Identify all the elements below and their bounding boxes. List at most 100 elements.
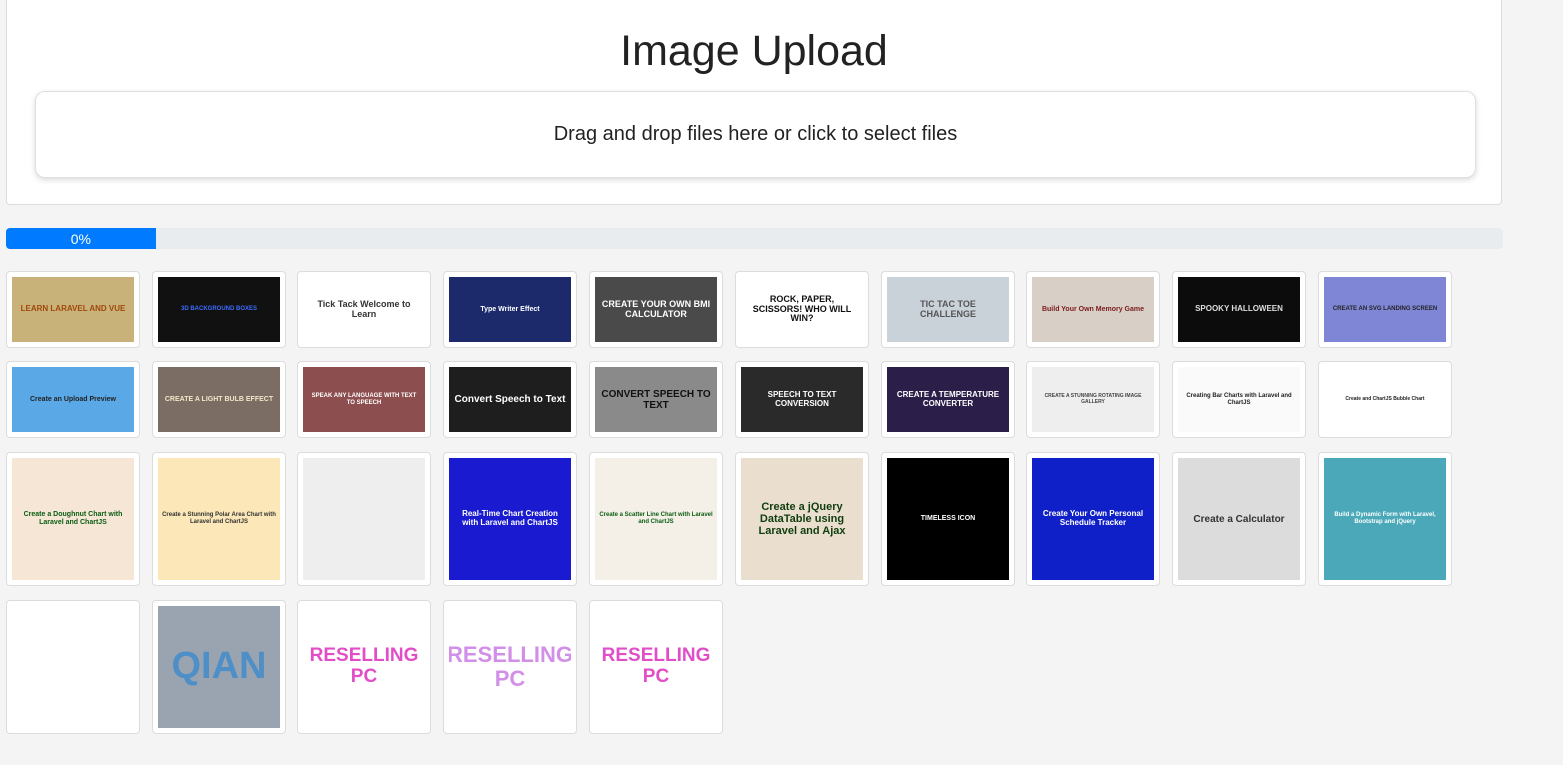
thumbnail[interactable]: TIMELESS ICON [881,452,1015,586]
thumbnail[interactable]: Convert Speech to Text [443,361,577,438]
thumbnail-image [12,606,134,728]
thumbnail[interactable]: CREATE A TEMPERATURE CONVERTER [881,361,1015,438]
thumbnail-image: Tick Tack Welcome to Learn [303,277,425,342]
thumbnail-caption: Create a jQuery DataTable using Laravel … [758,500,846,538]
upload-card: Image Upload Drag and drop files here or… [6,0,1502,205]
thumbnail-image: Create a Stunning Polar Area Chart with … [158,458,280,580]
thumbnail-image: Create a Doughnut Chart with Laravel and… [12,458,134,580]
thumbnail[interactable]: Create Your Own Personal Schedule Tracke… [1026,452,1160,586]
thumbnail-image: Build Your Own Memory Game [1032,277,1154,342]
thumbnail[interactable]: RESELLING PC [443,600,577,734]
thumbnail-caption: CREATE A LIGHT BULB EFFECT [164,395,274,403]
thumbnail-image: LEARN LARAVEL AND VUE [12,277,134,342]
thumbnail-image: CREATE A TEMPERATURE CONVERTER [887,367,1009,432]
thumbnail-caption: CREATE A TEMPERATURE CONVERTER [896,389,1000,408]
thumbnail-caption: CREATE A STUNNING ROTATING IMAGE GALLERY [1044,393,1142,405]
thumbnail-image: Create Your Own Personal Schedule Tracke… [1032,458,1154,580]
thumbnail[interactable]: TIC TAC TOE CHALLENGE [881,271,1015,348]
thumbnail[interactable]: SPOOKY HALLOWEEN [1172,271,1306,348]
thumbnail-image: TIMELESS ICON [887,458,1009,580]
thumbnail[interactable]: Creating Bar Charts with Laravel and Cha… [1172,361,1306,438]
thumbnail-image: RESELLING PC [303,606,425,728]
thumbnail-caption: Create and ChartJS Bubble Chart [1345,395,1425,402]
thumbnail-image: SPEAK ANY LANGUAGE WITH TEXT TO SPEECH [303,367,425,432]
thumbnail-image: SPOOKY HALLOWEEN [1178,277,1300,342]
thumbnail[interactable]: Build a Dynamic Form with Laravel, Boots… [1318,452,1452,586]
thumbnail-image: CREATE AN SVG LANDING SCREEN [1324,277,1446,342]
thumbnail[interactable]: RESELLING PC [589,600,723,734]
thumbnail[interactable]: Type Writer Effect [443,271,577,348]
thumbnail-image: Convert Speech to Text [449,367,571,432]
thumbnail-caption: RESELLING PC [309,645,419,687]
thumbnail[interactable]: CONVERT SPEECH TO TEXT [589,361,723,438]
thumbnail-caption: SPOOKY HALLOWEEN [1195,304,1283,314]
thumbnail-image: SPEECH TO TEXT CONVERSION [741,367,863,432]
thumbnail-caption: TIC TAC TOE CHALLENGE [920,298,976,319]
thumbnail-caption: Real-Time Chart Creation with Laravel an… [462,509,558,527]
thumbnail-image: CREATE A STUNNING ROTATING IMAGE GALLERY [1032,367,1154,432]
thumbnail-image: ROCK, PAPER, SCISSORS! WHO WILL WIN? [741,277,863,342]
thumbnail[interactable]: Create a jQuery DataTable using Laravel … [735,452,869,586]
thumbnail-image: Type Writer Effect [449,277,571,342]
thumbnail[interactable]: CREATE A LIGHT BULB EFFECT [152,361,286,438]
thumbnail-caption: SPEAK ANY LANGUAGE WITH TEXT TO SPEECH [311,392,417,406]
thumbnail[interactable]: Create a Scatter Line Chart with Laravel… [589,452,723,586]
thumbnail[interactable]: ROCK, PAPER, SCISSORS! WHO WILL WIN? [735,271,869,348]
thumbnail-image: QIAN [158,606,280,728]
upload-progress: 0% [6,228,1503,249]
thumbnail[interactable]: Create an Upload Preview [6,361,140,438]
thumbnail[interactable]: Create a Doughnut Chart with Laravel and… [6,452,140,586]
thumbnail-caption: CREATE YOUR OWN BMI CALCULATOR [601,298,711,319]
thumbnail-image: TIC TAC TOE CHALLENGE [887,277,1009,342]
thumbnail[interactable]: SPEAK ANY LANGUAGE WITH TEXT TO SPEECH [297,361,431,438]
thumbnail-caption: Create an Upload Preview [30,395,116,403]
thumbnail[interactable]: QIAN [152,600,286,734]
thumbnail-image: Creating Bar Charts with Laravel and Cha… [1178,367,1300,432]
thumbnail-image: 3D BACKGROUND BOXES [158,277,280,342]
thumbnail[interactable]: LEARN LARAVEL AND VUE [6,271,140,348]
thumbnail-image: RESELLING PC [449,606,571,728]
thumbnail[interactable]: RESELLING PC [297,600,431,734]
thumbnail-image: CREATE A LIGHT BULB EFFECT [158,367,280,432]
thumbnail-image: Create a Scatter Line Chart with Laravel… [595,458,717,580]
thumbnail-caption: Build a Dynamic Form with Laravel, Boots… [1334,512,1436,525]
thumbnail[interactable] [6,600,140,734]
thumbnail-caption: LEARN LARAVEL AND VUE [20,304,126,314]
thumbnail-caption: SPEECH TO TEXT CONVERSION [767,389,837,408]
thumbnail-image: Create a jQuery DataTable using Laravel … [741,458,863,580]
thumbnail-caption: CREATE AN SVG LANDING SCREEN [1332,306,1438,313]
thumbnail-image: RESELLING PC [595,606,717,728]
thumbnail-caption: Build Your Own Memory Game [1041,305,1145,313]
thumbnail-caption: Creating Bar Charts with Laravel and Cha… [1186,392,1292,406]
dropzone[interactable]: Drag and drop files here or click to sel… [35,91,1476,178]
thumbnail[interactable]: Create a Calculator [1172,452,1306,586]
thumbnail-caption: TIMELESS ICON [920,515,976,523]
page-title: Image Upload [620,27,888,75]
thumbnail-caption: QIAN [171,645,267,688]
thumbnail[interactable]: Real-Time Chart Creation with Laravel an… [443,452,577,586]
thumbnail-image: Create and ChartJS Bubble Chart [1324,367,1446,432]
thumbnail[interactable]: Tick Tack Welcome to Learn [297,271,431,348]
thumbnail-caption: ROCK, PAPER, SCISSORS! WHO WILL WIN? [752,293,852,324]
thumbnail[interactable]: CREATE AN SVG LANDING SCREEN [1318,271,1452,348]
thumbnail-image [303,458,425,580]
thumbnail[interactable] [297,452,431,586]
thumbnail-image: Create an Upload Preview [12,367,134,432]
thumbnail[interactable]: CREATE A STUNNING ROTATING IMAGE GALLERY [1026,361,1160,438]
thumbnail-caption: RESELLING PC [449,641,571,691]
thumbnail-image: CREATE YOUR OWN BMI CALCULATOR [595,277,717,342]
thumbnail[interactable]: Build Your Own Memory Game [1026,271,1160,348]
thumbnail[interactable]: 3D BACKGROUND BOXES [152,271,286,348]
thumbnail-image: Create a Calculator [1178,458,1300,580]
thumbnail-caption: Create Your Own Personal Schedule Tracke… [1042,509,1144,527]
thumbnail[interactable]: Create and ChartJS Bubble Chart [1318,361,1452,438]
thumbnail-caption: CONVERT SPEECH TO TEXT [601,388,711,411]
thumbnail-caption: Type Writer Effect [480,305,540,313]
thumbnail[interactable]: Create a Stunning Polar Area Chart with … [152,452,286,586]
thumbnail-image: Build a Dynamic Form with Laravel, Boots… [1324,458,1446,580]
progress-bar-fill: 0% [6,228,156,249]
thumbnail[interactable]: CREATE YOUR OWN BMI CALCULATOR [589,271,723,348]
thumbnail-caption: Create a Stunning Polar Area Chart with … [162,512,276,525]
thumbnail[interactable]: SPEECH TO TEXT CONVERSION [735,361,869,438]
thumbnail-caption: Create a Calculator [1193,513,1285,525]
